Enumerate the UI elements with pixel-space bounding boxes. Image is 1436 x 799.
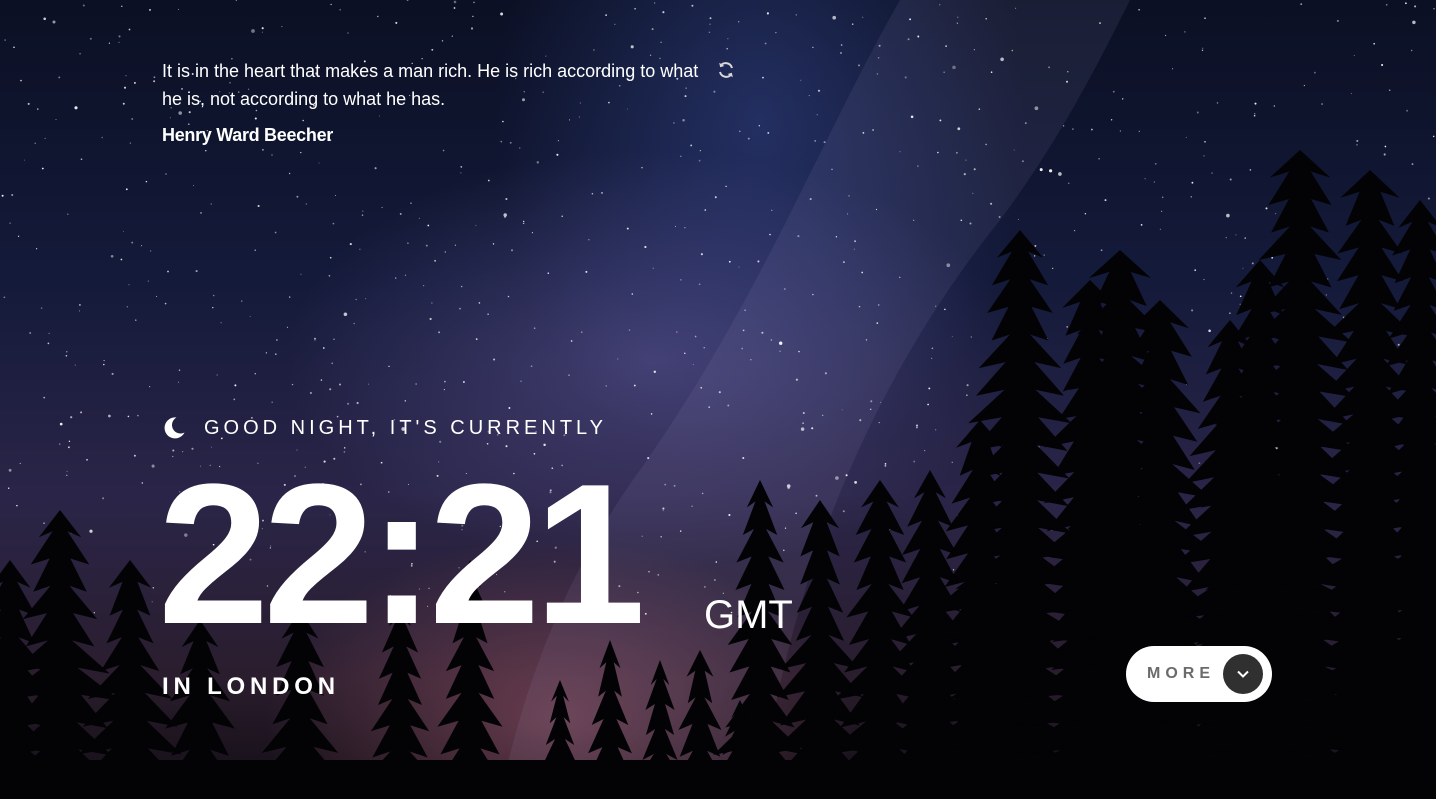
more-button[interactable]: MORE	[1126, 646, 1272, 702]
chevron-down-icon	[1223, 654, 1263, 694]
refresh-quote-button[interactable]	[716, 60, 736, 80]
greeting: GOOD NIGHT, IT'S CURRENTLY	[162, 416, 607, 440]
greeting-text: GOOD NIGHT, IT'S CURRENTLY	[204, 416, 608, 439]
refresh-icon	[719, 62, 733, 78]
current-time: 22:21	[158, 443, 646, 666]
more-button-label: MORE	[1147, 665, 1215, 682]
chevron-down-glyph	[1237, 670, 1249, 678]
quote-text: It is in the heart that makes a man rich…	[162, 61, 699, 109]
moon-icon	[164, 417, 185, 439]
quote-block: It is in the heart that makes a man rich…	[162, 57, 702, 146]
location: IN LONDON	[162, 673, 340, 700]
timezone-abbreviation: GMT	[704, 593, 793, 637]
quote-author: Henry Ward Beecher	[162, 125, 333, 145]
